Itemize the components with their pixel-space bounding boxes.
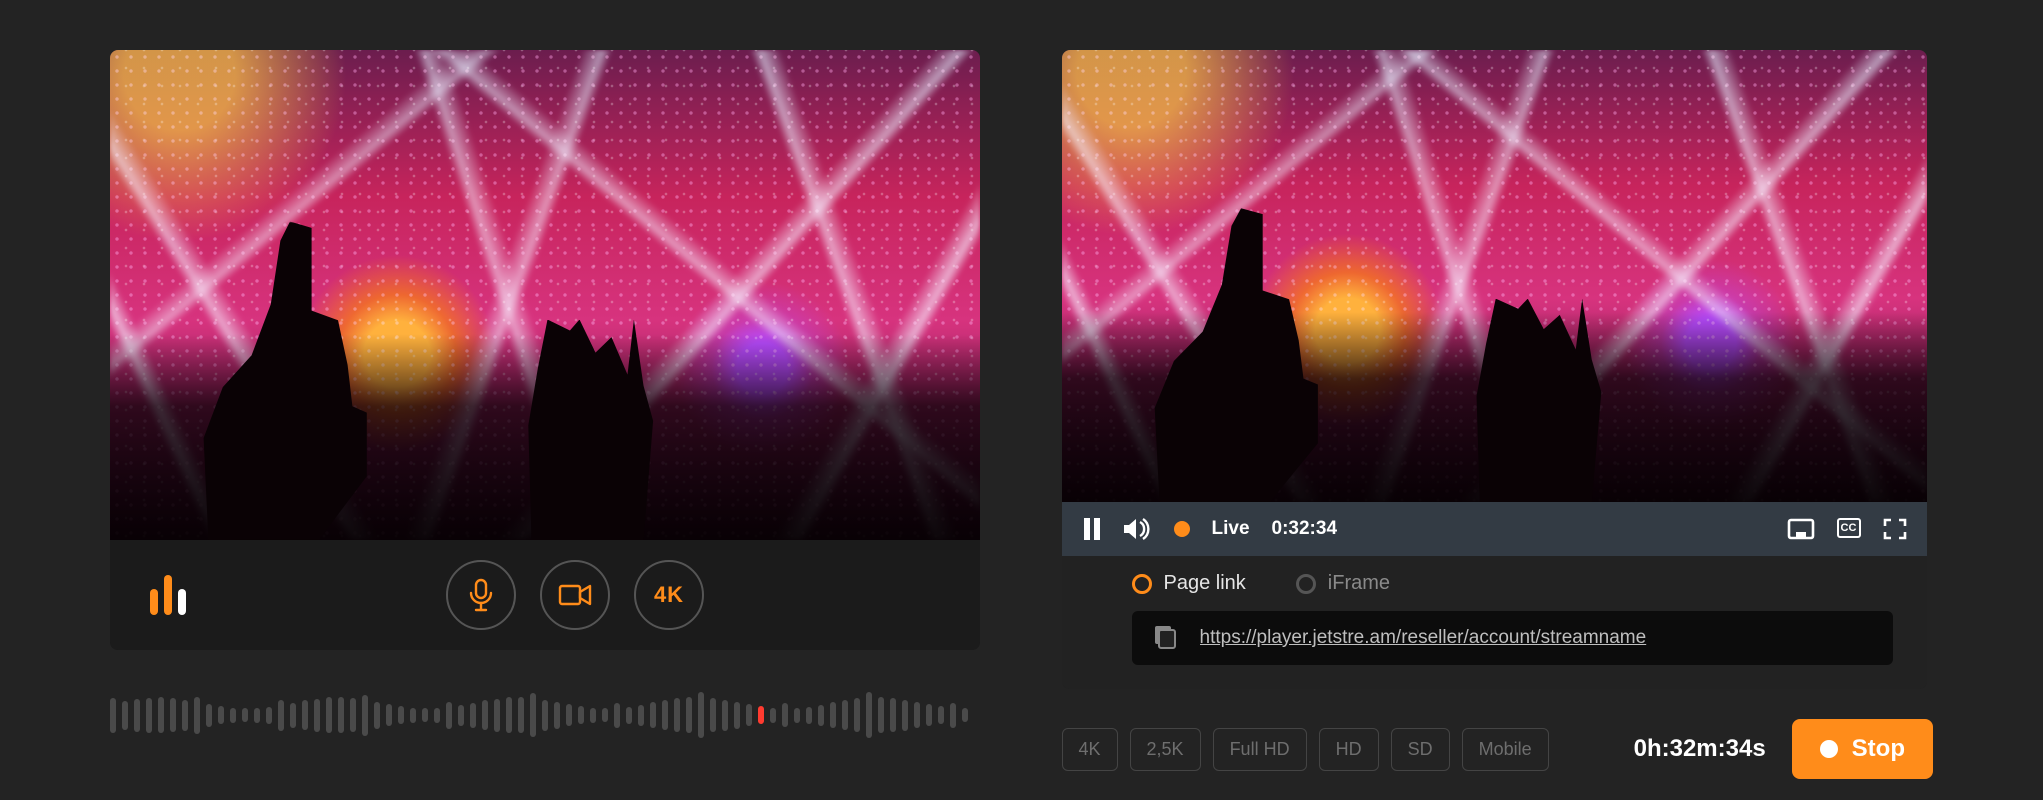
encoder-toolbar: 4K bbox=[110, 540, 980, 650]
audio-waveform[interactable] bbox=[110, 685, 980, 745]
cast-icon[interactable] bbox=[1787, 518, 1815, 540]
live-dot-icon bbox=[1174, 521, 1190, 537]
fullscreen-icon[interactable] bbox=[1883, 518, 1907, 540]
radio-icon bbox=[1296, 574, 1316, 594]
quality-option[interactable]: SD bbox=[1391, 728, 1450, 771]
captions-button[interactable]: CC bbox=[1837, 518, 1861, 538]
player-video[interactable] bbox=[1062, 50, 1927, 502]
quality-label: 4K bbox=[654, 582, 684, 608]
encoder-video-preview[interactable] bbox=[110, 50, 980, 540]
volume-icon[interactable] bbox=[1124, 518, 1152, 540]
encoder-card: 4K bbox=[110, 50, 980, 650]
camera-icon bbox=[558, 582, 592, 608]
player-controls: Live 0:32:34 CC bbox=[1062, 502, 1927, 556]
share-panel: Page link iFrame bbox=[1062, 556, 1927, 689]
quality-option[interactable]: 4K bbox=[1062, 728, 1118, 771]
share-tab-pagelink[interactable]: Page link bbox=[1132, 572, 1246, 595]
player-column: Live 0:32:34 CC Page link iFrame bbox=[1062, 50, 1934, 800]
elapsed-time: 0:32:34 bbox=[1272, 518, 1338, 540]
radio-icon bbox=[1132, 574, 1152, 594]
mic-button[interactable] bbox=[446, 560, 516, 630]
app-root: 4K Live 0:32:34 CC bbox=[0, 0, 2043, 800]
pause-icon[interactable] bbox=[1082, 518, 1102, 540]
encoder-column: 4K bbox=[110, 50, 982, 800]
stop-button[interactable]: Stop bbox=[1792, 719, 1933, 779]
session-timer: 0h:32m:34s bbox=[1634, 735, 1766, 763]
share-tab-iframe[interactable]: iFrame bbox=[1296, 572, 1390, 595]
player-card: Live 0:32:34 CC Page link iFrame bbox=[1062, 50, 1927, 689]
quality-button[interactable]: 4K bbox=[634, 560, 704, 630]
copy-icon[interactable] bbox=[1152, 625, 1178, 651]
quality-option[interactable]: 2,5K bbox=[1130, 728, 1201, 771]
live-label: Live bbox=[1212, 518, 1250, 540]
share-url-input[interactable] bbox=[1198, 626, 1873, 650]
share-url-row bbox=[1132, 611, 1893, 665]
player-footer: 4K 2,5K Full HD HD SD Mobile 0h:32m:34s Stop bbox=[1062, 719, 1934, 779]
quality-option[interactable]: Full HD bbox=[1213, 728, 1307, 771]
quality-option[interactable]: HD bbox=[1319, 728, 1379, 771]
microphone-icon bbox=[467, 578, 495, 612]
quality-option[interactable]: Mobile bbox=[1462, 728, 1549, 771]
audio-level-icon bbox=[150, 575, 186, 615]
camera-button[interactable] bbox=[540, 560, 610, 630]
record-dot-icon bbox=[1820, 740, 1838, 758]
